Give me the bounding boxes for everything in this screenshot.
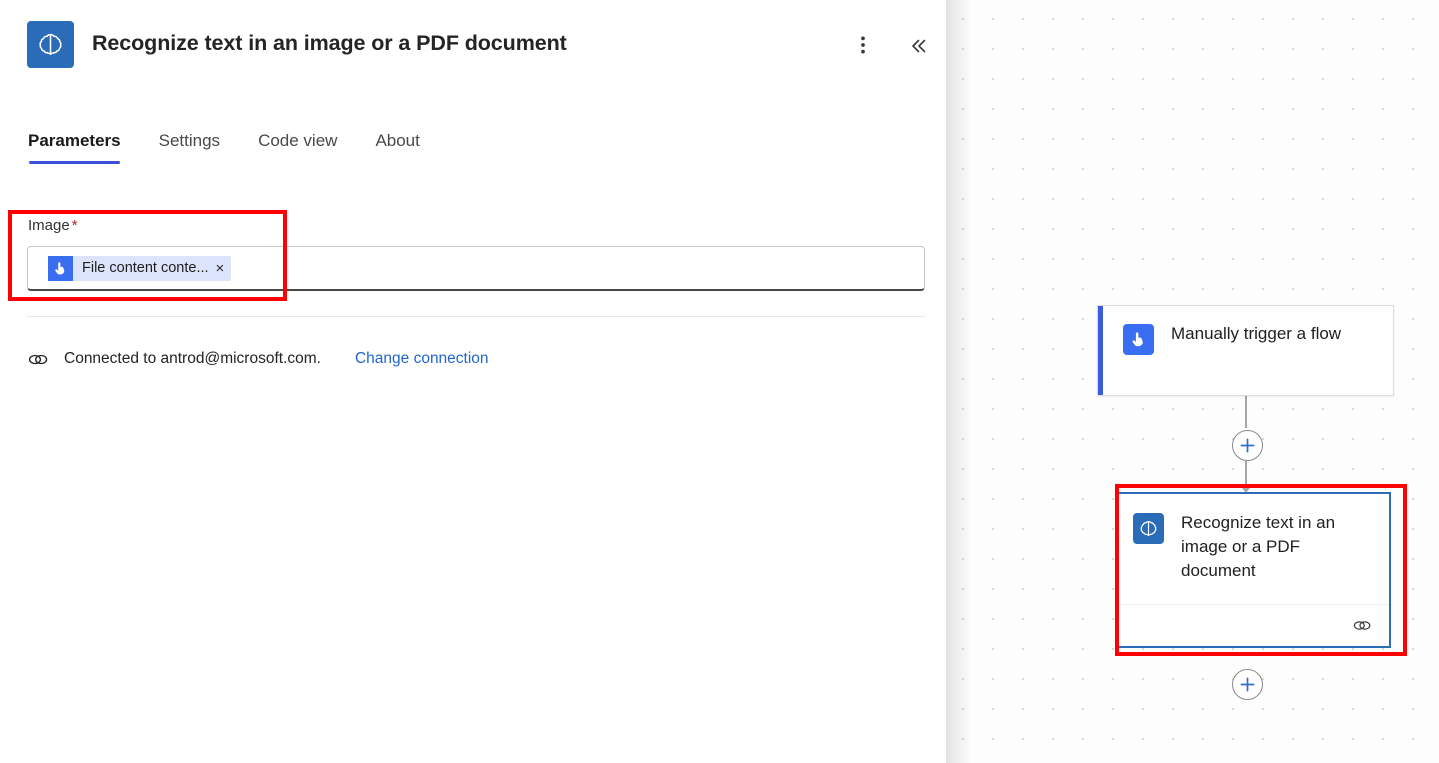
tap-hand-glyph bbox=[1130, 331, 1147, 348]
plus-icon bbox=[1239, 437, 1256, 454]
required-asterisk: * bbox=[72, 217, 78, 234]
manual-trigger-hand-icon bbox=[48, 256, 73, 281]
add-step-button[interactable] bbox=[1232, 669, 1263, 700]
tap-hand-glyph bbox=[53, 261, 68, 276]
section-divider bbox=[27, 316, 925, 317]
node-trigger-title: Manually trigger a flow bbox=[1171, 322, 1341, 346]
node-trigger-body: Manually trigger a flow bbox=[1098, 306, 1393, 355]
flow-canvas[interactable]: Manually trigger a flow Recognize text i… bbox=[946, 0, 1439, 763]
panel-tabs: Parameters Settings Code view About bbox=[28, 131, 458, 164]
flow-node-action[interactable]: Recognize text in an image or a PDF docu… bbox=[1115, 492, 1391, 648]
flow-node-trigger[interactable]: Manually trigger a flow bbox=[1097, 305, 1394, 396]
page-title: Recognize text in an image or a PDF docu… bbox=[92, 31, 567, 56]
link-glyph bbox=[28, 352, 49, 367]
tab-settings[interactable]: Settings bbox=[159, 131, 220, 164]
link-icon[interactable] bbox=[1351, 616, 1373, 636]
insert-step-button[interactable] bbox=[1232, 430, 1263, 461]
token-label: File content conte... bbox=[73, 260, 213, 276]
panel-header: Recognize text in an image or a PDF docu… bbox=[0, 0, 946, 92]
tab-about[interactable]: About bbox=[375, 131, 419, 164]
node-action-footer bbox=[1117, 604, 1389, 646]
ai-builder-brain-icon bbox=[1133, 513, 1164, 544]
tab-parameters[interactable]: Parameters bbox=[28, 131, 121, 164]
ai-builder-brain-icon bbox=[27, 21, 74, 68]
collapse-panel-button[interactable] bbox=[902, 30, 934, 62]
canvas-left-shadow bbox=[946, 0, 972, 763]
node-action-title: Recognize text in an image or a PDF docu… bbox=[1181, 511, 1375, 583]
connection-status-row: Connected to antrod@microsoft.com. Chang… bbox=[27, 347, 489, 371]
link-glyph bbox=[1353, 619, 1372, 632]
image-field-label: Image* bbox=[28, 217, 78, 234]
dynamic-content-token[interactable]: File content conte... × bbox=[48, 256, 231, 281]
close-icon[interactable]: × bbox=[213, 261, 228, 276]
link-icon bbox=[27, 348, 49, 370]
tab-code-view[interactable]: Code view bbox=[258, 131, 337, 164]
image-input[interactable]: File content conte... × bbox=[27, 246, 925, 291]
chevron-double-left-icon bbox=[908, 36, 928, 56]
plus-icon bbox=[1239, 676, 1256, 693]
connection-status-text: Connected to antrod@microsoft.com. bbox=[64, 350, 321, 368]
vertical-ellipsis-icon bbox=[861, 36, 865, 54]
image-field-label-text: Image bbox=[28, 217, 70, 234]
node-action-body: Recognize text in an image or a PDF docu… bbox=[1117, 494, 1389, 583]
more-options-button[interactable] bbox=[848, 30, 878, 60]
change-connection-link[interactable]: Change connection bbox=[355, 350, 489, 368]
manual-trigger-hand-icon bbox=[1123, 324, 1154, 355]
flow-connector-line bbox=[1245, 396, 1247, 428]
action-details-panel: Recognize text in an image or a PDF docu… bbox=[0, 0, 946, 763]
